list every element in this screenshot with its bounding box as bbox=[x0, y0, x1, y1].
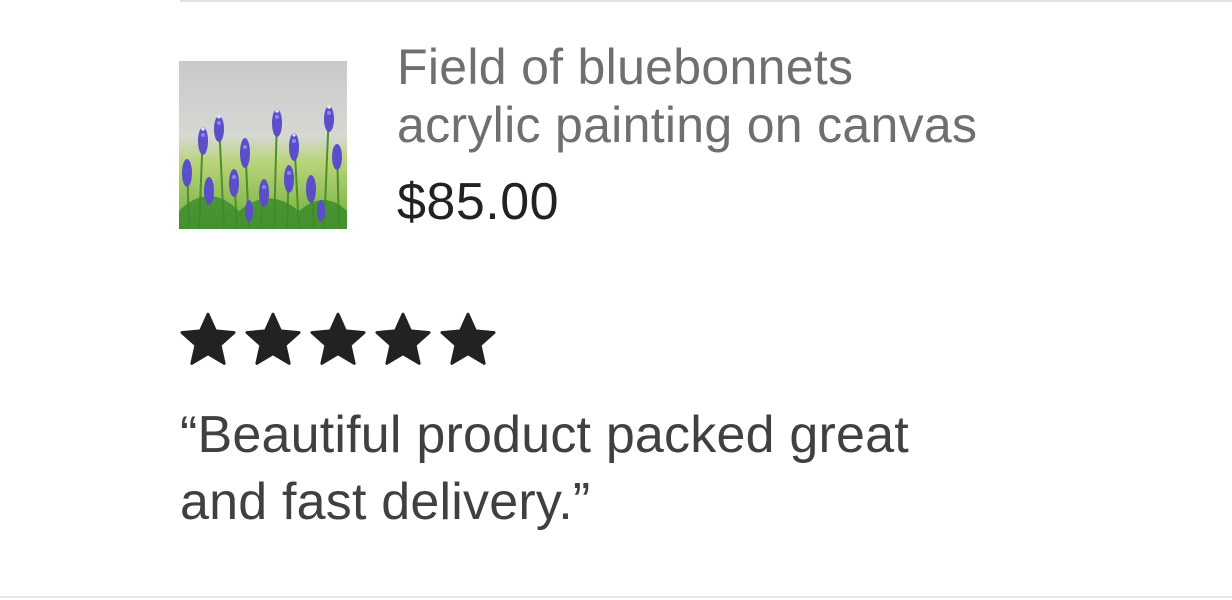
review-text-line-2: and fast delivery.” bbox=[180, 473, 591, 531]
star-icon bbox=[180, 312, 236, 365]
review-text-line-1: “Beautiful product packed great bbox=[180, 406, 909, 464]
star-icon bbox=[375, 312, 431, 365]
bluebonnet-painting-image bbox=[179, 61, 347, 229]
bottom-divider bbox=[0, 596, 1232, 598]
star-icon bbox=[245, 312, 301, 365]
star-icon bbox=[310, 312, 366, 365]
listing-thumbnail[interactable] bbox=[179, 61, 347, 229]
star-icon bbox=[440, 312, 496, 365]
listing-title-line-1: Field of bluebonnets bbox=[397, 39, 854, 95]
review-text: “Beautiful product packed great and fast… bbox=[180, 402, 1200, 536]
listing-price: $85.00 bbox=[397, 173, 560, 231]
top-divider bbox=[180, 0, 1232, 2]
listing-title-line-2: acrylic painting on canvas bbox=[397, 97, 978, 153]
listing-title[interactable]: Field of bluebonnets acrylic painting on… bbox=[397, 38, 1217, 154]
star-rating bbox=[179, 312, 497, 368]
